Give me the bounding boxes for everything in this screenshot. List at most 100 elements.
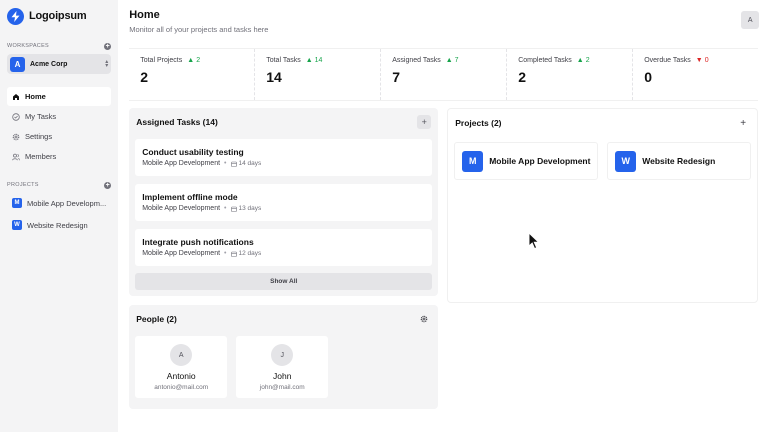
project-badge: W [615, 150, 637, 172]
sidebar-item-label: My Tasks [25, 112, 57, 121]
stat-delta: ▲ 14 [305, 57, 323, 64]
trend-down-icon: ▼ [695, 57, 703, 64]
task-due: 12 days [230, 250, 261, 257]
workspaces-header: WORKSPACES + [7, 41, 112, 51]
task-title: Integrate push notifications [142, 237, 254, 247]
task-list: Conduct usability testing Mobile App Dev… [135, 139, 433, 266]
stat-delta: ▲ 7 [445, 57, 459, 64]
avatar: A [170, 344, 193, 366]
project-card[interactable]: W Website Redesign [607, 142, 752, 180]
home-icon [12, 93, 20, 101]
sidebar-item-label: Members [25, 152, 57, 161]
stat-overdue-tasks: Overdue Tasks ▼ 0 0 [633, 49, 758, 100]
add-project-button[interactable]: + [736, 118, 750, 129]
projects-header: PROJECTS + [7, 180, 112, 190]
project-badge: W [12, 220, 22, 230]
stat-label: Overdue Tasks [644, 57, 691, 64]
gear-icon [12, 133, 20, 141]
sidebar-item-members[interactable]: Members [7, 147, 111, 166]
task-title: Implement offline mode [142, 192, 238, 202]
sidebar-item-settings[interactable]: Settings [7, 127, 111, 146]
projects-label: PROJECTS [7, 182, 39, 188]
workspace-name: Acme Corp [30, 60, 68, 68]
assigned-tasks-panel: Assigned Tasks (14) + Conduct usability … [129, 108, 439, 296]
task-card[interactable]: Conduct usability testing Mobile App Dev… [135, 139, 433, 176]
task-due: 13 days [230, 205, 261, 212]
project-card[interactable]: M Mobile App Development [454, 142, 599, 180]
assigned-tasks-header: Assigned Tasks (14) + [135, 114, 432, 130]
task-meta: Mobile App Development • 12 days [142, 250, 425, 257]
person-name: Antonio [166, 371, 196, 381]
projects-panel: Projects (2) + M Mobile App Development … [447, 108, 759, 303]
task-due: 14 days [230, 160, 261, 167]
add-workspace-icon[interactable]: + [104, 42, 112, 50]
project-list: M Mobile App Development W Website Redes… [454, 142, 752, 180]
stat-value: 2 [140, 69, 149, 85]
separator-dot: • [224, 250, 227, 257]
add-project-icon[interactable]: + [104, 181, 112, 189]
project-badge: M [462, 150, 484, 172]
logo-text: Logoipsum [29, 10, 87, 22]
project-badge: M [12, 198, 22, 208]
projects-header: Projects (2) + [454, 115, 751, 131]
stat-total-tasks: Total Tasks ▲ 14 14 [255, 49, 382, 100]
task-card[interactable]: Integrate push notifications Mobile App … [135, 229, 433, 266]
dashboard-grid: Assigned Tasks (14) + Conduct usability … [129, 108, 759, 409]
user-avatar[interactable]: A [741, 11, 760, 29]
logo[interactable]: Logoipsum [7, 7, 111, 25]
people-title: People (2) [136, 314, 177, 324]
sidebar-project-label: Website Redesign [27, 220, 88, 230]
stat-label: Total Projects [140, 57, 183, 64]
show-all-button[interactable]: Show All [135, 273, 433, 290]
stat-value: 7 [392, 69, 401, 85]
sidebar-project-website-redesign[interactable]: W Website Redesign [7, 214, 111, 236]
sidebar-nav: Home My Tasks Settings Members [7, 87, 112, 166]
stat-value: 0 [644, 69, 653, 85]
stat-value: 14 [266, 69, 282, 85]
assigned-tasks-title: Assigned Tasks (14) [136, 117, 218, 127]
person-email: john@mail.com [259, 384, 305, 391]
page-title: Home [129, 9, 160, 21]
stat-delta: ▼ 0 [695, 57, 709, 64]
trend-up-icon: ▲ [305, 57, 313, 64]
person-card[interactable]: J John john@mail.com [236, 336, 329, 398]
person-name: John [273, 371, 292, 381]
sidebar-project-mobile-app[interactable]: M Mobile App Developm... [7, 192, 111, 214]
stat-label: Total Tasks [266, 57, 301, 64]
sidebar-item-label: Settings [25, 132, 53, 141]
stat-total-projects: Total Projects ▲ 2 2 [129, 49, 256, 100]
stat-delta: ▲ 2 [187, 57, 201, 64]
check-circle-icon [12, 112, 20, 121]
users-icon [12, 153, 20, 161]
chevron-up-down-icon: ▴ ▾ [105, 59, 109, 69]
stat-completed-tasks: Completed Tasks ▲ 2 2 [507, 49, 634, 100]
people-panel: People (2) A Antonio antonio@mail.com J [129, 305, 439, 409]
separator-dot: • [224, 160, 227, 167]
workspace-avatar: A [10, 56, 25, 72]
sidebar-item-my-tasks[interactable]: My Tasks [7, 107, 111, 126]
workspace-switcher[interactable]: A Acme Corp ▴ ▾ [7, 54, 112, 74]
stat-value: 2 [518, 69, 527, 85]
main-content: Home Monitor all of your projects and ta… [118, 0, 768, 432]
gear-icon[interactable] [417, 312, 431, 326]
task-project: Mobile App Development [142, 250, 221, 257]
bolt-icon [7, 7, 24, 25]
person-card[interactable]: A Antonio antonio@mail.com [135, 336, 228, 398]
app-root: Logoipsum WORKSPACES + A Acme Corp ▴ ▾ Ho… [0, 0, 768, 432]
add-task-button[interactable]: + [417, 115, 432, 129]
task-project: Mobile App Development [142, 205, 221, 212]
calendar-icon [230, 251, 237, 257]
projects-title: Projects (2) [455, 118, 502, 128]
calendar-icon [230, 161, 237, 167]
task-card[interactable]: Implement offline mode Mobile App Develo… [135, 184, 433, 221]
stat-assigned-tasks: Assigned Tasks ▲ 7 7 [381, 49, 508, 100]
people-list: A Antonio antonio@mail.com J John john@m… [135, 336, 432, 398]
sidebar-item-home[interactable]: Home [7, 87, 112, 106]
stats-bar: Total Projects ▲ 2 2 Total Tasks ▲ 14 14 A… [129, 48, 759, 101]
task-meta: Mobile App Development • 14 days [142, 160, 425, 167]
left-column: Assigned Tasks (14) + Conduct usability … [129, 108, 439, 409]
project-name: Mobile App Development [489, 156, 591, 166]
avatar: J [271, 344, 294, 366]
separator-dot: • [224, 205, 227, 212]
task-project: Mobile App Development [142, 160, 221, 167]
